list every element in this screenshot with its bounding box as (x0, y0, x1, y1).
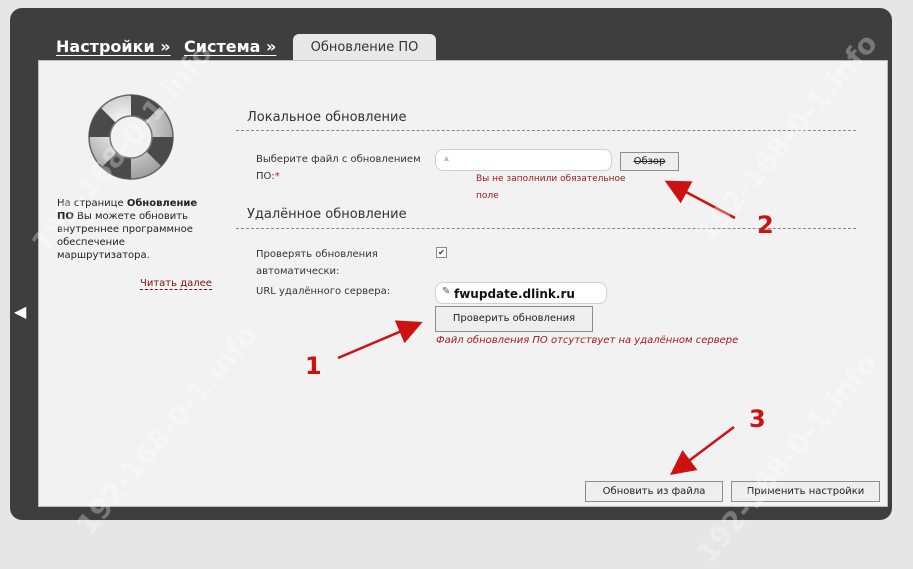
annotation-arrow-1 (337, 320, 423, 360)
annotation-number-1: 1 (305, 352, 322, 380)
annotation-arrow-3 (670, 426, 735, 475)
annotation-number-2: 2 (757, 211, 774, 239)
annotation-number-3: 3 (749, 405, 766, 433)
